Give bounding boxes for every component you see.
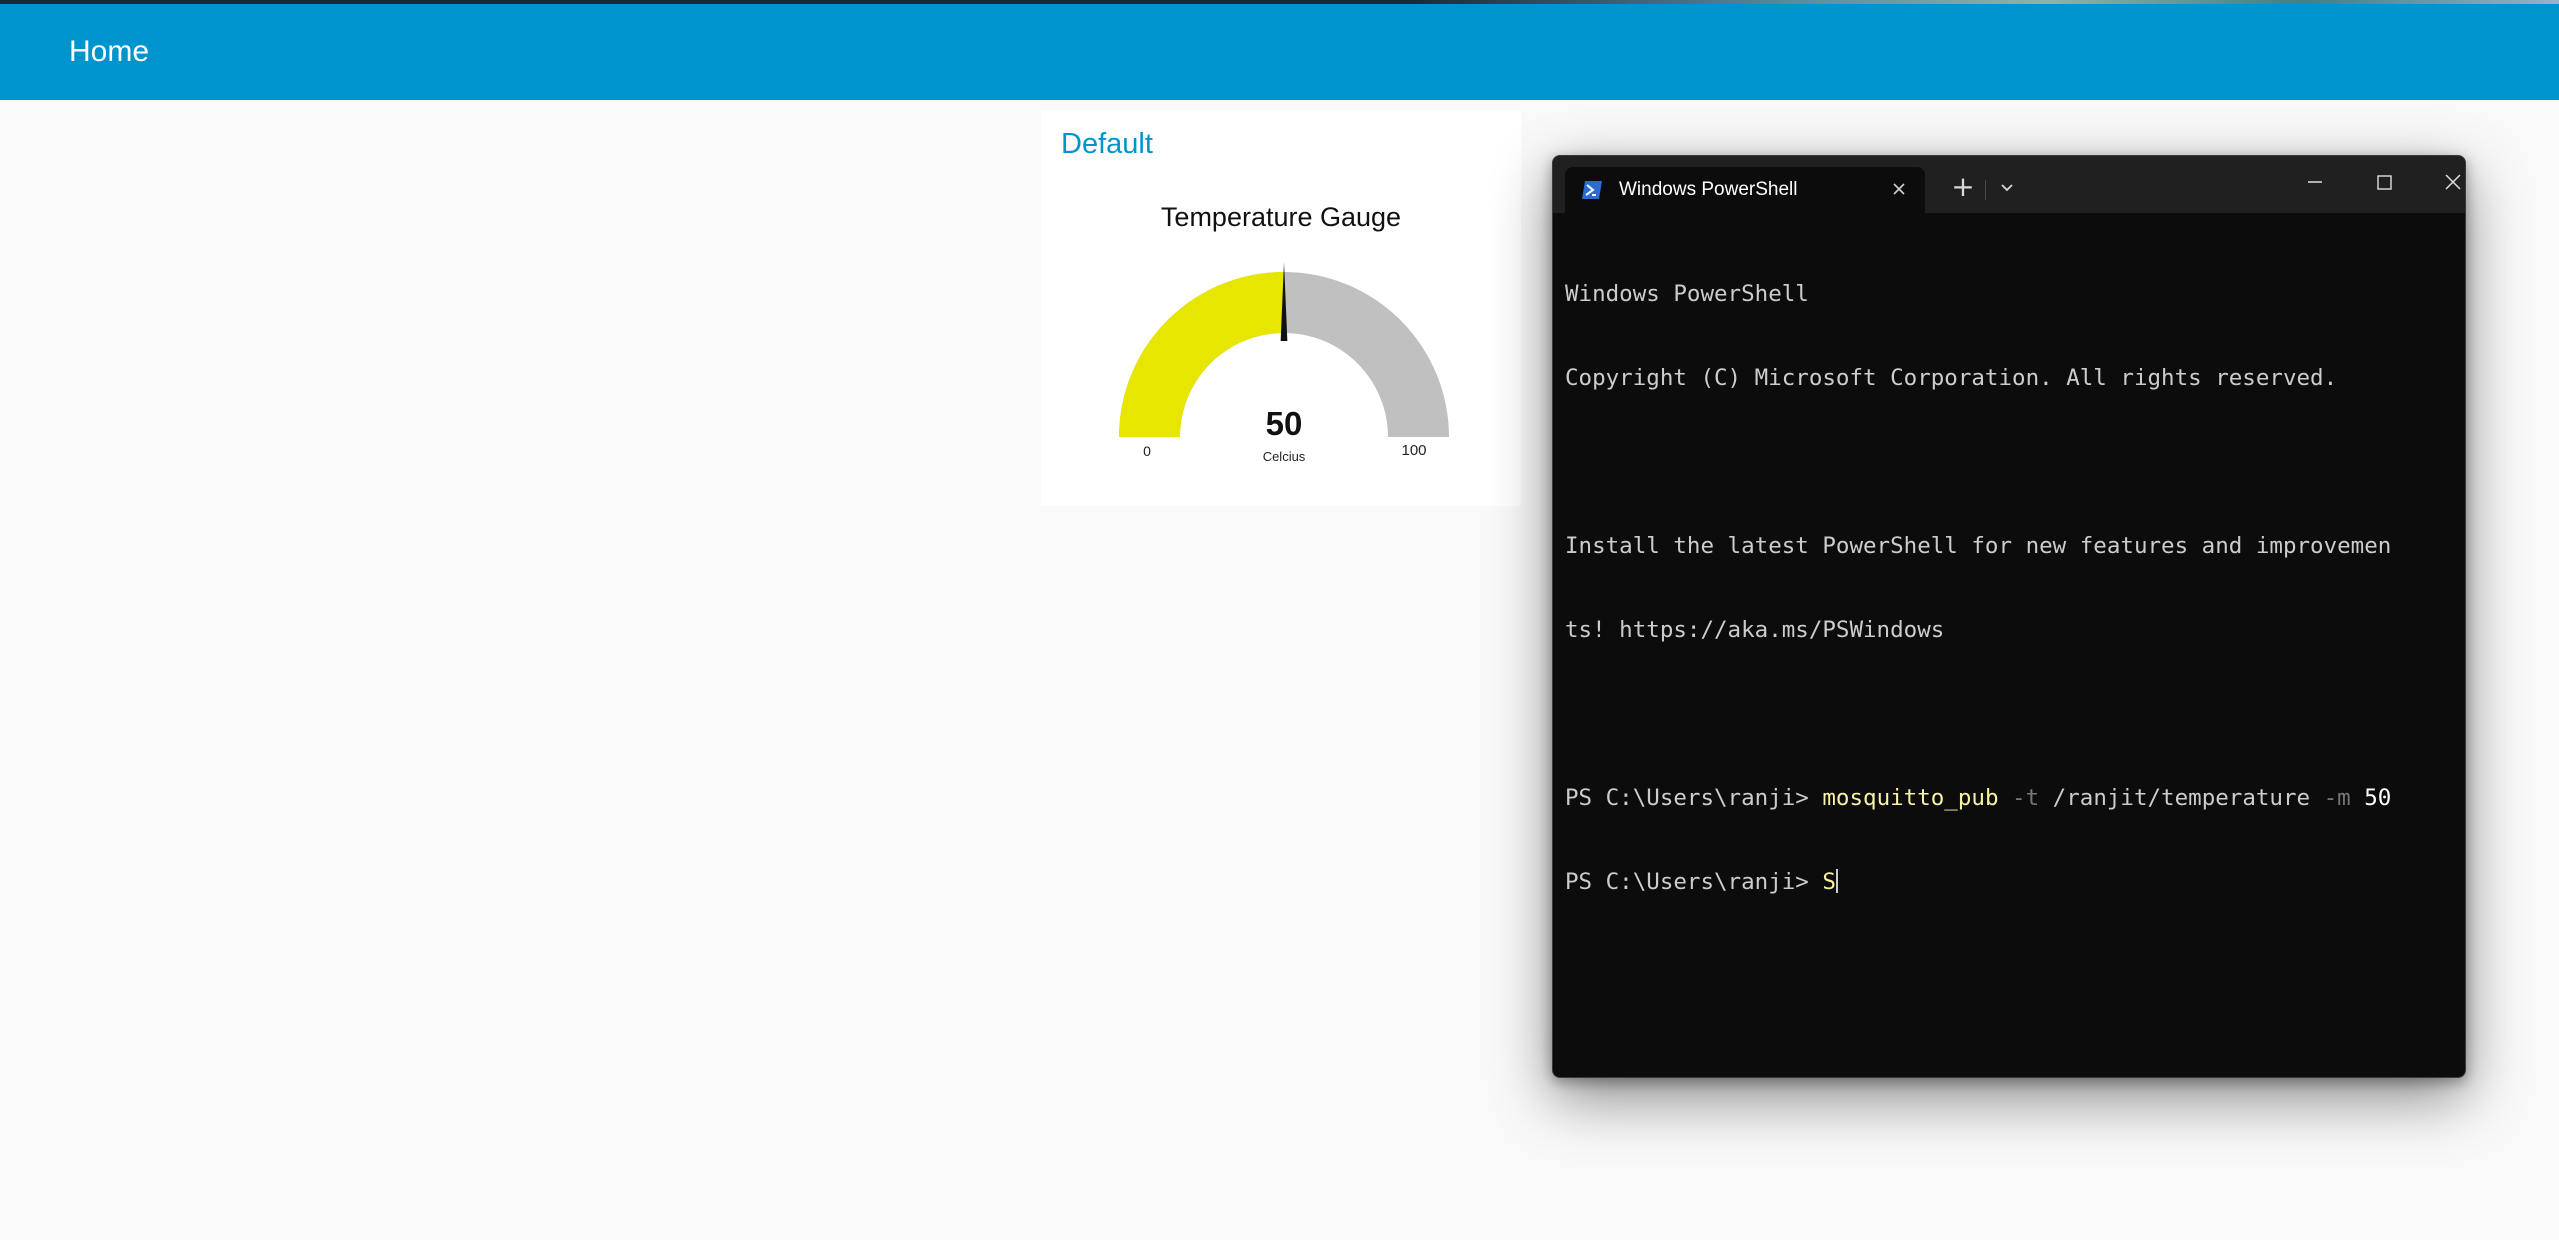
temperature-gauge: 50 Celcius 0 100 <box>1119 262 1449 464</box>
gauge-min-label: 0 <box>1143 443 1151 459</box>
dashboard-group-card: Default Temperature Gauge 50 Celcius 0 1… <box>1041 110 1521 506</box>
new-tab-button[interactable]: + <box>1949 173 1977 202</box>
gauge-value: 50 <box>1266 405 1303 442</box>
gauge-fill <box>1119 272 1284 437</box>
close-window-icon[interactable] <box>2435 164 2465 200</box>
powershell-icon <box>1582 181 1602 199</box>
minimize-icon[interactable] <box>2297 164 2333 200</box>
terminal-input-line[interactable]: PS C:\Users\ranji> S <box>1565 868 2453 896</box>
terminal-tab[interactable]: Windows PowerShell <box>1565 167 1925 213</box>
command-topic: /ranjit/temperature <box>2039 785 2311 811</box>
command-flag-m: -m <box>2310 785 2351 811</box>
gauge-max-label: 100 <box>1401 442 1426 459</box>
terminal-prompt: PS C:\Users\ranji> <box>1565 869 1823 895</box>
terminal-current-input[interactable]: S <box>1822 869 1836 895</box>
powershell-window[interactable]: Windows PowerShell + Windows PowerShell … <box>1552 155 2466 1078</box>
text-cursor <box>1835 869 1838 893</box>
command-name: mosquitto_pub <box>1822 785 1999 811</box>
titlebar-divider <box>1985 180 1986 200</box>
command-flag-t: -t <box>1998 785 2040 811</box>
terminal-tab-title: Windows PowerShell <box>1619 179 1798 200</box>
chevron-down-icon[interactable] <box>1993 174 2021 202</box>
gauge-units: Celcius <box>1263 449 1306 464</box>
maximize-icon[interactable] <box>2366 164 2402 200</box>
terminal-command-line: PS C:\Users\ranji> mosquitto_pub -t /ran… <box>1565 784 2453 812</box>
page-title[interactable]: Home <box>69 35 149 69</box>
terminal-line: Copyright (C) Microsoft Corporation. All… <box>1565 365 2338 391</box>
terminal-line: Windows PowerShell <box>1565 281 1809 307</box>
close-tab-icon[interactable] <box>1889 179 1909 199</box>
app-header: Home <box>0 4 2559 100</box>
terminal-line: ts! https://aka.ms/PSWindows <box>1565 617 1945 643</box>
terminal-titlebar[interactable]: Windows PowerShell + <box>1553 156 2465 213</box>
terminal-line: Install the latest PowerShell for new fe… <box>1565 533 2392 559</box>
terminal-output[interactable]: Windows PowerShell Copyright (C) Microso… <box>1565 224 2453 1077</box>
terminal-prompt: PS C:\Users\ranji> <box>1565 785 1823 811</box>
command-value: 50 <box>2350 785 2392 811</box>
